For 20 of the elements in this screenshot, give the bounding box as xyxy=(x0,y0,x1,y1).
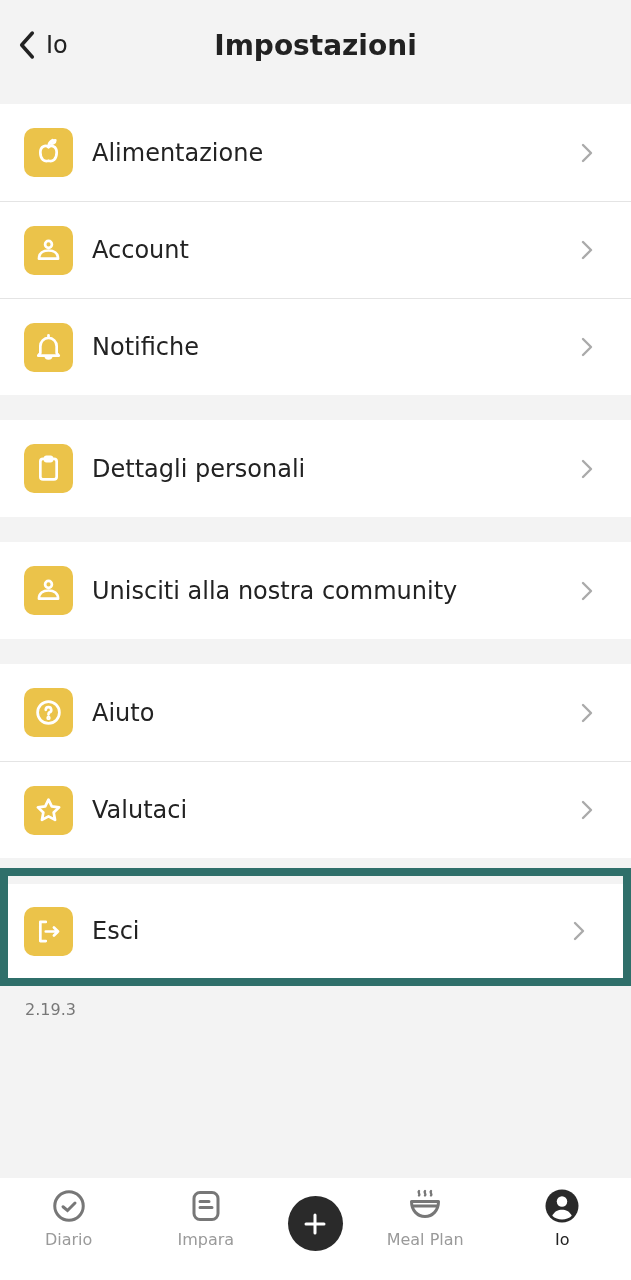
checkmark-icon xyxy=(50,1188,87,1224)
profile-icon xyxy=(544,1188,581,1224)
plus-icon xyxy=(303,1211,328,1236)
person-icon xyxy=(24,225,73,275)
chevron-icon xyxy=(579,335,595,359)
version-text: 2.19.3 xyxy=(24,999,77,1021)
page-title: Impostazioni xyxy=(214,28,417,62)
logout-icon xyxy=(24,906,73,956)
chevron-icon xyxy=(571,919,587,943)
back-button[interactable]: Io xyxy=(16,29,68,61)
bell-icon xyxy=(24,322,73,372)
clipboard-icon xyxy=(24,444,73,493)
help-icon xyxy=(24,688,73,737)
person-icon xyxy=(24,566,73,615)
apple-icon xyxy=(24,128,73,177)
add-button[interactable] xyxy=(287,1196,343,1251)
chevron-icon xyxy=(579,238,595,262)
settings-row[interactable]: Esci xyxy=(8,884,623,978)
nav-tab[interactable]: Io xyxy=(507,1188,618,1249)
chevron-icon xyxy=(579,798,595,822)
